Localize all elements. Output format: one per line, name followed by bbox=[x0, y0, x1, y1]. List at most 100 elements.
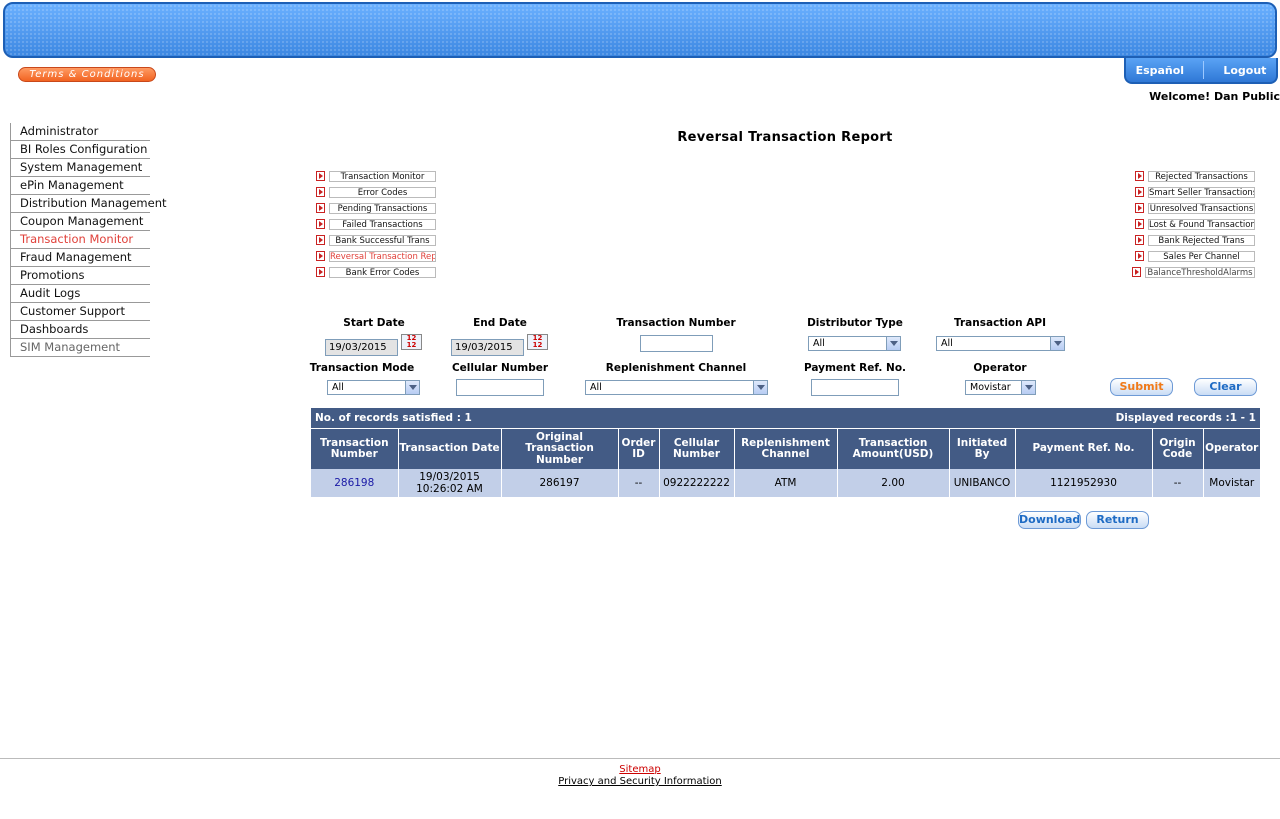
results-summary-bar: No. of records satisfied : 1 Displayed r… bbox=[311, 408, 1260, 428]
sidebar-item-promotions[interactable]: Promotions bbox=[10, 267, 150, 285]
footer-divider bbox=[0, 758, 1280, 759]
calendar-icon[interactable]: 12 12 bbox=[401, 334, 422, 350]
sitemap-link[interactable]: Sitemap bbox=[540, 764, 740, 775]
arrow-right-icon bbox=[1135, 219, 1144, 229]
report-link-label: Unresolved Transactions bbox=[1148, 202, 1255, 214]
transaction-api-value: All bbox=[941, 338, 953, 349]
header-banner bbox=[3, 2, 1277, 58]
table-cell: -- bbox=[618, 469, 660, 497]
sidebar-item-dashboards[interactable]: Dashboards bbox=[10, 321, 150, 339]
arrow-right-icon bbox=[316, 187, 325, 197]
report-link-lost-found-transactions[interactable]: Lost & Found Transactions bbox=[1135, 218, 1255, 230]
transaction-mode-value: All bbox=[332, 382, 344, 393]
payment-ref-label: Payment Ref. No. bbox=[803, 362, 907, 374]
replenishment-channel-value: All bbox=[590, 382, 602, 393]
table-cell: 286198 bbox=[311, 469, 399, 497]
report-link-pending-transactions[interactable]: Pending Transactions bbox=[316, 202, 436, 214]
report-link-label: Bank Error Codes bbox=[329, 266, 436, 278]
sidebar-item-transaction-monitor[interactable]: Transaction Monitor bbox=[10, 231, 150, 249]
operator-select[interactable]: Movistar bbox=[965, 380, 1036, 395]
column-header: Payment Ref. No. bbox=[1015, 429, 1153, 469]
chevron-down-icon bbox=[405, 381, 419, 394]
arrow-right-icon bbox=[316, 171, 325, 181]
privacy-link[interactable]: Privacy and Security Information bbox=[540, 776, 740, 787]
sidebar-menu: Administrator BI Roles Configuration Sys… bbox=[10, 123, 167, 357]
replenishment-channel-select[interactable]: All bbox=[585, 380, 768, 395]
report-link-transaction-monitor[interactable]: Transaction Monitor bbox=[316, 170, 436, 182]
distributor-type-select[interactable]: All bbox=[808, 336, 901, 351]
arrow-right-icon bbox=[1135, 235, 1144, 245]
top-nav: Español Logout bbox=[1124, 58, 1278, 84]
sidebar-item-distribution-management[interactable]: Distribution Management bbox=[10, 195, 167, 213]
report-link-bank-successful-trans[interactable]: Bank Successful Trans bbox=[316, 234, 436, 246]
sidebar-item-coupon-management[interactable]: Coupon Management bbox=[10, 213, 150, 231]
report-link-label: Rejected Transactions bbox=[1148, 170, 1255, 182]
report-link-balance-threshold-alarms[interactable]: BalanceThresholdAlarms bbox=[1132, 266, 1255, 278]
table-cell: 2.00 bbox=[837, 469, 950, 497]
records-satisfied-text: No. of records satisfied : 1 bbox=[315, 412, 472, 424]
report-link-label: Failed Transactions bbox=[329, 218, 436, 230]
calendar-icon[interactable]: 12 12 bbox=[527, 334, 548, 350]
column-header: Transaction Amount(USD) bbox=[837, 429, 950, 469]
report-link-unresolved-transactions[interactable]: Unresolved Transactions bbox=[1135, 202, 1255, 214]
sidebar-item-administrator[interactable]: Administrator bbox=[10, 123, 150, 141]
table-row: 286198 19/03/2015 10:26:02 AM 286197 -- … bbox=[311, 469, 1260, 497]
sidebar-item-bi-roles-configuration[interactable]: BI Roles Configuration bbox=[10, 141, 150, 159]
report-link-label: BalanceThresholdAlarms bbox=[1145, 266, 1255, 278]
payment-ref-input[interactable] bbox=[811, 379, 899, 396]
download-button[interactable]: Download bbox=[1018, 511, 1081, 529]
sidebar-item-audit-logs[interactable]: Audit Logs bbox=[10, 285, 150, 303]
logout-link[interactable]: Logout bbox=[1223, 64, 1266, 77]
sidebar-item-epin-management[interactable]: ePin Management bbox=[10, 177, 150, 195]
chevron-down-icon bbox=[753, 381, 767, 394]
report-link-sales-per-channel[interactable]: Sales Per Channel bbox=[1135, 250, 1255, 262]
report-link-reversal-transaction-report[interactable]: Reversal Transaction Report bbox=[316, 250, 436, 262]
end-date-field[interactable]: 19/03/2015 bbox=[451, 339, 524, 356]
clear-button[interactable]: Clear bbox=[1194, 378, 1257, 396]
report-link-label: Bank Rejected Trans bbox=[1148, 234, 1255, 246]
submit-button[interactable]: Submit bbox=[1110, 378, 1173, 396]
sidebar-item-sim-management[interactable]: SIM Management bbox=[10, 339, 150, 357]
arrow-right-icon bbox=[316, 267, 325, 277]
terms-conditions-button[interactable]: Terms & Conditions bbox=[18, 67, 156, 82]
report-link-label: Transaction Monitor bbox=[329, 170, 436, 182]
transaction-api-label: Transaction API bbox=[954, 317, 1046, 329]
results-table: Transaction Number Transaction Date Orig… bbox=[311, 429, 1260, 497]
cellular-number-input[interactable] bbox=[456, 379, 544, 396]
arrow-right-icon bbox=[1135, 187, 1144, 197]
sidebar-item-system-management[interactable]: System Management bbox=[10, 159, 150, 177]
transaction-number-label: Transaction Number bbox=[616, 317, 736, 329]
return-button[interactable]: Return bbox=[1086, 511, 1149, 529]
report-link-smart-seller-transactions[interactable]: Smart Seller Transactions bbox=[1135, 186, 1255, 198]
transaction-number-link[interactable]: 286198 bbox=[334, 477, 374, 489]
report-link-rejected-transactions[interactable]: Rejected Transactions bbox=[1135, 170, 1255, 182]
column-header: Replenishment Channel bbox=[734, 429, 838, 469]
report-link-error-codes[interactable]: Error Codes bbox=[316, 186, 436, 198]
replenishment-channel-label: Replenishment Channel bbox=[605, 362, 747, 374]
report-link-failed-transactions[interactable]: Failed Transactions bbox=[316, 218, 436, 230]
distributor-type-label: Distributor Type bbox=[807, 317, 903, 329]
arrow-right-icon bbox=[316, 219, 325, 229]
report-link-label: Lost & Found Transactions bbox=[1148, 218, 1255, 230]
report-link-label: Bank Successful Trans bbox=[329, 234, 436, 246]
table-cell: Movistar bbox=[1203, 469, 1260, 497]
sidebar-item-customer-support[interactable]: Customer Support bbox=[10, 303, 150, 321]
transaction-mode-select[interactable]: All bbox=[327, 380, 420, 395]
transaction-api-select[interactable]: All bbox=[936, 336, 1065, 351]
language-espanol-link[interactable]: Español bbox=[1136, 64, 1185, 77]
report-link-label: Reversal Transaction Report bbox=[329, 250, 436, 262]
displayed-records-text: Displayed records :1 - 1 bbox=[1115, 412, 1256, 424]
column-header: Initiated By bbox=[949, 429, 1016, 469]
sidebar-item-fraud-management[interactable]: Fraud Management bbox=[10, 249, 150, 267]
chevron-down-icon bbox=[1050, 337, 1064, 350]
report-link-bank-error-codes[interactable]: Bank Error Codes bbox=[316, 266, 436, 278]
column-header: Operator bbox=[1203, 429, 1260, 469]
transaction-number-input[interactable] bbox=[640, 335, 713, 352]
column-header: Order ID bbox=[618, 429, 660, 469]
arrow-right-icon bbox=[1135, 171, 1144, 181]
transaction-mode-label: Transaction Mode bbox=[309, 362, 415, 374]
start-date-field[interactable]: 19/03/2015 bbox=[325, 339, 398, 356]
report-link-bank-rejected-trans[interactable]: Bank Rejected Trans bbox=[1135, 234, 1255, 246]
chevron-down-icon bbox=[886, 337, 900, 350]
arrow-right-icon bbox=[1135, 251, 1144, 261]
